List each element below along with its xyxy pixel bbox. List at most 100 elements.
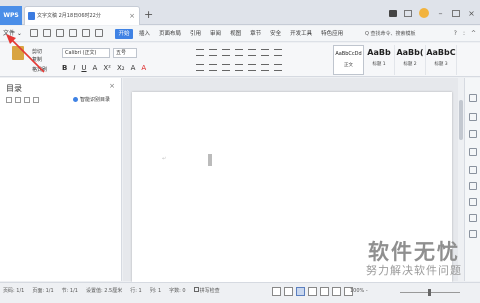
menu-item-page-layout[interactable]: 页面布局 [159,28,181,40]
highlight-button[interactable]: A [131,64,136,73]
font-name-select[interactable]: Calibri (正文) [62,48,110,58]
close-window-icon[interactable]: × [467,9,476,18]
demote-icon[interactable] [33,97,39,103]
status-setting: 设置值: 2.5厘米 [85,288,123,294]
menu-item-references[interactable]: 引用 [190,28,201,40]
layout-icon[interactable] [389,9,397,17]
distributed-icon[interactable] [248,64,256,71]
menu-bar: 文件 ⌄ 开始 插入 页面布局 引用 审阅 视图 章节 安全 开发工具 特色应用… [0,26,480,42]
menu-item-insert[interactable]: 插入 [139,28,150,40]
outline-view-icon[interactable] [308,287,317,296]
ribbon: 粘贴 剪切 复制 格式刷 Calibri (正文) 五号 B I U A X² … [0,43,480,77]
help-icon[interactable]: ? [454,29,457,39]
menu-item-developer[interactable]: 开发工具 [290,28,312,40]
scrollbar-thumb[interactable] [459,100,463,140]
menu-item-review[interactable]: 审阅 [210,28,221,40]
zoom-level[interactable]: 100% - [350,287,368,296]
pen-icon[interactable] [469,94,477,102]
line-spacing-icon[interactable] [261,64,269,71]
web-view-icon[interactable] [320,287,329,296]
style-normal-preview: AaBbCcDd [335,51,362,57]
undo-icon[interactable] [69,29,77,37]
menu-item-chapter[interactable]: 章节 [250,28,261,40]
subscript-button[interactable]: X₂ [117,64,125,73]
font-size-select[interactable]: 五号 [113,48,137,58]
style-heading-1[interactable]: AaBb 标题 1 [364,45,395,75]
status-words[interactable]: 字数: 0 [169,287,185,296]
file-menu[interactable]: 文件 ⌄ [3,28,22,40]
format-buttons: B I U A X² X₂ A A [62,64,146,73]
wps-home-tab[interactable]: WPS [0,6,22,25]
maximize-icon[interactable] [452,9,460,17]
shading-icon[interactable] [274,64,282,71]
paste-button[interactable] [3,46,33,60]
menu-item-features[interactable]: 特色应用 [321,28,343,40]
cut-button[interactable]: 剪切 [32,48,42,55]
zoom-slider-knob[interactable] [428,289,431,296]
read-view-icon[interactable] [332,287,341,296]
underline-button[interactable]: U [81,64,86,73]
menu-item-start[interactable]: 开始 [115,29,133,39]
star-icon[interactable] [469,182,477,190]
sort-icon[interactable] [248,49,256,56]
save-icon[interactable] [30,29,38,37]
more-icon[interactable]: : [463,29,465,39]
spellcheck-toggle[interactable]: 拼写检查 [193,287,220,296]
font-color-button[interactable]: A [141,64,146,73]
zoom-slider[interactable] [400,289,460,296]
decrease-indent-icon[interactable] [222,49,230,56]
shape-icon[interactable] [469,130,477,138]
close-tab-icon[interactable]: × [129,7,135,25]
toc-pane-title: 目录 [6,84,22,93]
style-heading-2[interactable]: AaBb( 标题 2 [395,45,426,75]
copy-button[interactable]: 复制 [32,56,42,63]
command-search[interactable]: Q 查找命令、搜索模板 [365,29,416,39]
print-preview-icon[interactable] [56,29,64,37]
new-tab-button[interactable]: + [144,7,153,23]
style-heading-3[interactable]: AaBbC 标题 3 [426,45,457,75]
strikethrough-button[interactable]: A [93,64,98,73]
style-heading-2-name: 标题 2 [403,62,417,67]
print-icon[interactable] [43,29,51,37]
numbered-list-icon[interactable] [209,49,217,56]
document-tab[interactable]: 文字文稿 2月18日06时22分 × [24,6,140,25]
align-center-icon[interactable] [209,64,217,71]
minimize-icon[interactable]: – [436,9,445,18]
justify-icon[interactable] [235,64,243,71]
style-normal[interactable]: AaBbCcDd 正文 [333,45,364,75]
show-marks-icon[interactable] [261,49,269,56]
superscript-button[interactable]: X² [103,64,111,73]
page-view-icon[interactable] [296,287,305,296]
close-pane-icon[interactable]: × [109,82,115,90]
settings-icon[interactable] [469,166,477,174]
style-heading-1-name: 标题 1 [372,62,386,67]
collapse-icon[interactable] [15,97,21,103]
align-right-icon[interactable] [222,64,230,71]
menu-right-controls: ? : ^ [454,29,476,39]
window-mode-icon[interactable] [404,9,412,17]
borders-icon[interactable] [274,49,282,56]
redo-icon[interactable] [82,29,90,37]
dropdown-icon[interactable] [95,29,103,37]
copy-icon[interactable] [469,148,477,156]
history-icon[interactable] [469,230,477,238]
expand-icon[interactable] [6,97,12,103]
increase-indent-icon[interactable] [235,49,243,56]
table-icon[interactable] [469,214,477,222]
menu-items: 插入 页面布局 引用 审阅 视图 章节 安全 开发工具 特色应用 [139,28,352,40]
menu-item-view[interactable]: 视图 [230,28,241,40]
promote-icon[interactable] [24,97,30,103]
cursor-icon[interactable] [469,113,477,121]
smart-toc-button[interactable]: 智能识别目录 [73,96,110,104]
full-screen-view-icon[interactable] [284,287,293,296]
protect-view-icon[interactable] [272,287,281,296]
align-left-icon[interactable] [196,64,204,71]
collapse-ribbon-icon[interactable]: ^ [471,29,476,39]
bold-button[interactable]: B [62,64,67,73]
menu-item-security[interactable]: 安全 [270,28,281,40]
italic-button[interactable]: I [73,64,75,73]
avatar[interactable] [419,8,429,18]
format-painter-button[interactable]: 格式刷 [32,66,47,73]
nav-icon[interactable] [469,198,477,206]
bullet-list-icon[interactable] [196,49,204,56]
